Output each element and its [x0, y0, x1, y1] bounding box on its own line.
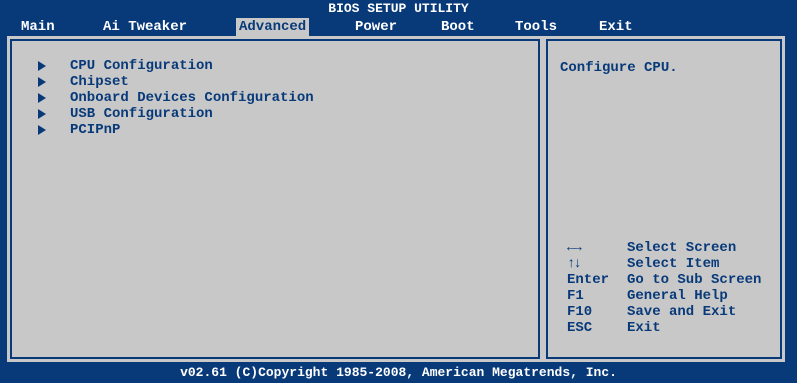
menu-tab-main[interactable]: Main	[18, 18, 58, 36]
menu-tab-advanced[interactable]: Advanced	[236, 18, 310, 36]
key-label: F10	[567, 304, 593, 320]
submenu-arrow-icon	[38, 77, 46, 87]
menu-tab-boot[interactable]: Boot	[438, 18, 478, 36]
bios-title: BIOS SETUP UTILITY	[328, 1, 469, 16]
help-description: Configure CPU.	[560, 60, 678, 76]
menu-tab-exit[interactable]: Exit	[596, 18, 636, 36]
bios-screen: BIOS SETUP UTILITY Main Ai Tweaker Advan…	[0, 0, 797, 383]
key-label: ESC	[567, 320, 593, 336]
key-description: General Help	[627, 288, 728, 304]
key-description: Exit	[627, 320, 661, 336]
menu-tab-power[interactable]: Power	[352, 18, 400, 36]
key-description: Save and Exit	[627, 304, 737, 320]
submenu-arrow-icon	[38, 109, 46, 119]
menu-tab-tools[interactable]: Tools	[512, 18, 560, 36]
submenu-item-label: CPU Configuration	[70, 58, 213, 74]
key-description: Select Item	[627, 256, 720, 272]
submenu-item-label: USB Configuration	[70, 106, 213, 122]
copyright-footer: v02.61 (C)Copyright 1985-2008, American …	[180, 365, 617, 380]
key-label: F1	[567, 288, 584, 304]
left-right-arrows-icon: ←→	[567, 240, 582, 256]
submenu-arrow-icon	[38, 61, 46, 71]
submenu-item-label: Onboard Devices Configuration	[70, 90, 314, 106]
submenu-arrow-icon	[38, 93, 46, 103]
key-description: Select Screen	[627, 240, 737, 256]
submenu-item-label: Chipset	[70, 74, 129, 90]
key-label: Enter	[567, 272, 610, 288]
submenu-arrow-icon	[38, 125, 46, 135]
menu-bar: Main Ai Tweaker Advanced Power Boot Tool…	[0, 16, 797, 36]
menu-tab-ai-tweaker[interactable]: Ai Tweaker	[100, 18, 190, 36]
key-description: Go to Sub Screen	[627, 272, 762, 288]
up-down-arrows-icon: ↑↓	[567, 256, 582, 272]
submenu-item-label: PCIPnP	[70, 122, 121, 138]
